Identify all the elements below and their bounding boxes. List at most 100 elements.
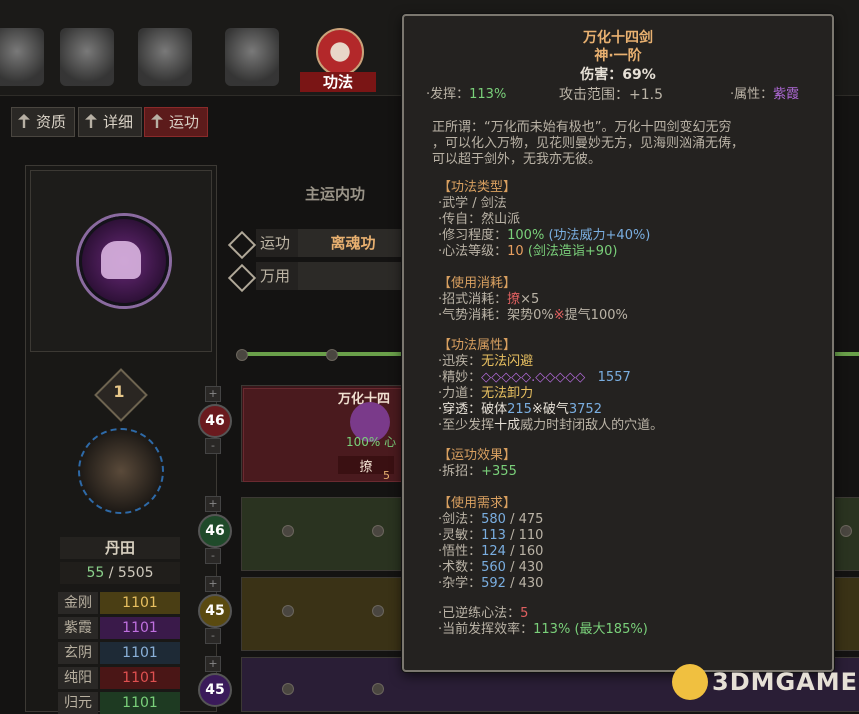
yinyang-icon [316,28,364,76]
xiuxi-label: ·修习程度： [438,228,508,243]
efficiency-line: ·当前发挥效率：113% (最大185%) [438,622,648,638]
attr-row: 玄阴 1101 [58,642,182,664]
attr-name: 金刚 [58,592,98,614]
decrease-button[interactable]: - [205,628,221,644]
decrease-button[interactable]: - [205,548,221,564]
attr-value: 1101 [100,617,180,639]
p1-value: 无法闪避 [481,354,534,369]
slot-dot[interactable] [282,605,294,617]
p5-c: 威力时封闭敌人的穴道。 [520,418,664,433]
attribute-value: 紫霞 [773,87,800,102]
subtab-label: 运功 [169,113,200,131]
attr-row: 紫霞 1101 [58,617,182,639]
type-line: ·传自：然山派 [438,212,521,227]
cost1-label: ·招式消耗： [438,292,508,307]
yungong-value: 离魂功 [298,229,408,257]
reverse-line: ·已逆练心法：5 [438,606,528,622]
attribute-label: ·属性： [730,87,774,102]
req-current: 113 [481,528,506,543]
p2-label: ·精妙： [438,370,482,385]
p4-value2: 3752 [568,402,602,417]
tooltip-fahui: ·发挥：113% [426,87,506,103]
slot-dot[interactable] [282,525,294,537]
wanyong-value [298,262,408,290]
xiuxi-extra: (功法威力+40%) [548,228,651,243]
tab-gongfa[interactable]: 功法 [300,22,376,92]
attr-name: 紫霞 [58,617,98,639]
character-tab-portrait[interactable] [60,28,114,86]
req-current: 592 [481,576,506,591]
increase-button[interactable]: + [205,496,221,512]
skill-card-progress: 100% 心 [346,435,397,449]
effect-label: ·拆招： [438,464,482,479]
tooltip-rank: 神·一阶 [594,48,642,64]
reverse-label: ·已逆练心法： [438,606,521,621]
p3-label: ·力道： [438,386,482,401]
cost1-value: 撩 [507,292,521,307]
character-tab-portrait[interactable] [138,28,192,86]
meridian-count: 46 [198,404,232,438]
subtab-zizhi[interactable]: 资质 [11,107,76,137]
fahui-value: 113% [469,87,507,102]
skill-portrait[interactable] [30,170,212,352]
prop-line: ·力道：无法卸力 [438,386,533,402]
cost-line: ·气势消耗：架势0%※提气100% [438,308,628,324]
increase-button[interactable]: + [205,386,221,402]
req-max: 430 [518,576,544,591]
increase-button[interactable]: + [205,576,221,592]
xinfa-line: ·心法等级：10 (剑法造诣+90) [438,244,617,260]
attr-row: 金刚 1101 [58,592,182,614]
tooltip-range: 攻击范围：+1.5 [559,87,663,103]
tooltip-skill-name: 万化十四剑 [583,30,653,46]
subtab-label: 详细 [103,113,134,131]
efficiency-value: 113% [533,622,571,637]
p5-b: 十成 [494,418,521,433]
prop-line: ·精妙：◇◇◇◇◇.◇◇◇◇◇ 1557 [438,370,631,386]
character-tab-portrait[interactable] [225,28,279,86]
3dm-logo-icon [672,664,708,700]
req-line: ·剑法：580 / 475 [438,512,544,527]
slot-dot[interactable] [372,525,384,537]
slot-dot[interactable] [282,683,294,695]
character-tab-portrait[interactable] [0,28,44,86]
section-cost: 【使用消耗】 [438,276,517,291]
p1-label: ·迅疾： [438,354,482,369]
attr-value: 1101 [100,592,180,614]
dantian-label: 丹田 [60,537,180,559]
xinfa-label: ·心法等级： [438,244,508,259]
level-value: 1 [113,382,125,401]
tooltip-attribute: ·属性：紫霞 [730,87,799,103]
decrease-button[interactable]: - [205,438,221,454]
req-current: 124 [481,544,506,559]
p5-a: ·至少发挥 [438,418,495,433]
subtab-xiangxi[interactable]: 详细 [78,107,143,137]
rail-node[interactable] [236,349,248,361]
section-properties: 【功法属性】 [438,338,517,353]
prop-line: ·迅疾：无法闪避 [438,354,533,370]
req-label: ·杂学： [438,576,482,591]
meridian-count: 45 [198,594,232,628]
main-section-title: 主运内功 [304,185,365,203]
swords-icon [227,230,257,260]
cost2-label: ·气势消耗：架势0% [438,308,554,323]
increase-button[interactable]: + [205,656,221,672]
efficiency-label: ·当前发挥效率： [438,622,534,637]
slot-dot[interactable] [372,683,384,695]
meditating-character-icon [78,428,164,514]
req-current: 580 [481,512,506,527]
slot-dot[interactable] [840,525,852,537]
rail-node[interactable] [326,349,338,361]
req-label: ·术数： [438,560,482,575]
subtab-yungong[interactable]: 运功 [144,107,209,137]
p4-label: ·穿透：破体 [438,402,508,417]
p4-value1: 215 [507,402,532,417]
cost2-rest: 提气100% [564,308,628,323]
xinfa-extra: (剑法造诣+90) [527,244,618,259]
tooltip-damage: 伤害：69% [580,67,656,83]
slot-dot[interactable] [372,605,384,617]
section-requirements: 【使用需求】 [438,496,517,511]
req-line: ·杂学：592 / 430 [438,576,544,591]
p2-number: 1557 [597,370,631,385]
grid-row-yellow-right [830,577,859,651]
skill-tooltip: 万化十四剑 神·一阶 伤害：69% ·发挥：113% 攻击范围：+1.5 ·属性… [402,14,834,672]
